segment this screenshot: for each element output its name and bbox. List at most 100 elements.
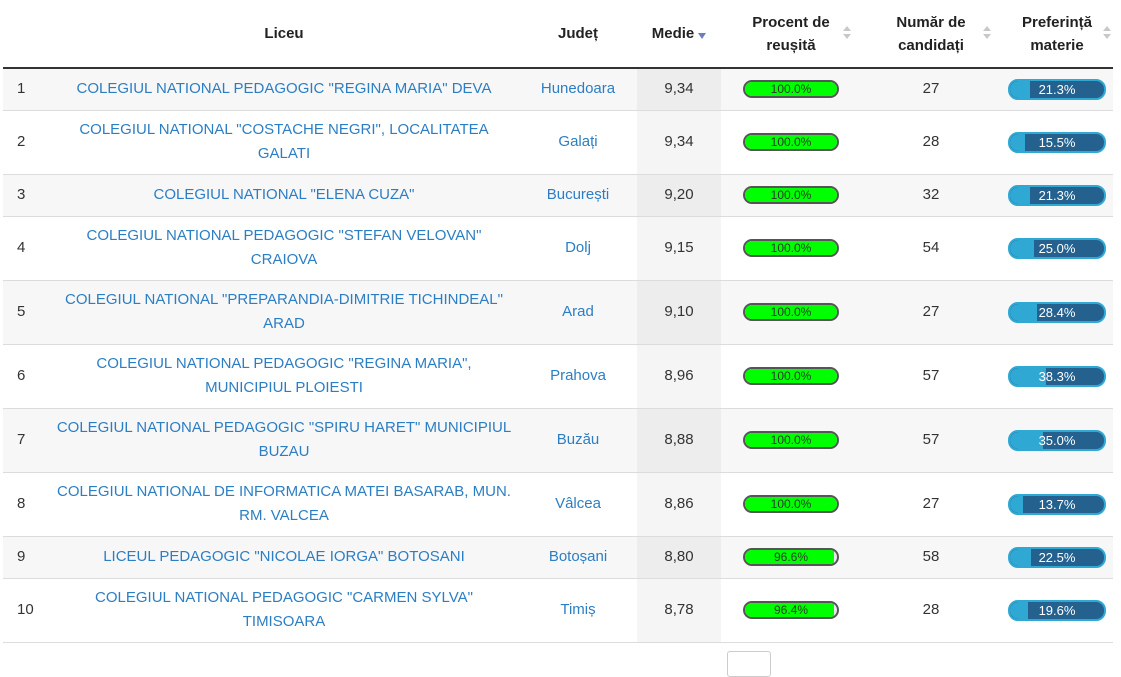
rank-cell: 1 [3,68,49,111]
judet-cell: Botoșani [519,536,637,579]
procent-cell: 96.4% [721,578,861,643]
success-progress-bar: 96.4% [743,601,839,620]
rank-cell: 10 [3,578,49,643]
procent-cell: 100.0% [721,472,861,537]
county-link[interactable]: Timiș [560,601,595,618]
liceu-cell: COLEGIUL NATIONAL PEDAGOGIC "SPIRU HARET… [49,408,519,473]
success-progress-bar: 100.0% [743,367,839,386]
column-header-medie-label: Medie [651,25,695,42]
column-header-liceu[interactable]: Liceu [49,0,519,69]
candidati-cell: 27 [861,68,1001,111]
column-header-procent[interactable]: Procent de reușită [721,0,861,69]
school-link[interactable]: LICEUL PEDAGOGIC "NICOLAE IORGA" BOTOSAN… [103,548,465,565]
column-header-liceu-label: Liceu [264,25,304,42]
school-link[interactable]: COLEGIUL NATIONAL PEDAGOGIC "REGINA MARI… [96,355,471,396]
judet-cell: Hunedoara [519,68,637,111]
success-progress-bar: 100.0% [743,431,839,450]
success-progress-label: 96.6% [773,550,809,565]
liceu-cell: COLEGIUL NATIONAL "PREPARANDIA-DIMITRIE … [49,280,519,345]
rank-cell: 4 [3,216,49,281]
preference-progress-bar: 13.7% [1008,493,1106,515]
column-header-preferinta[interactable]: Preferință materie [1001,0,1113,69]
table-row: 6 COLEGIUL NATIONAL PEDAGOGIC "REGINA MA… [3,344,1113,409]
preferinta-cell: 22.5% [1001,536,1113,579]
column-header-candidati[interactable]: Număr de candidați [861,0,1001,69]
column-header-candidati-label-1: Număr de [896,13,966,31]
table-header: Liceu Județ Medie Procent de reușită Num… [3,0,1113,69]
success-progress-label: 100.0% [770,241,812,256]
county-link[interactable]: Galați [558,133,597,150]
preference-progress-bar: 25.0% [1008,237,1106,259]
success-progress-bar: 96.6% [743,548,839,567]
column-header-medie[interactable]: Medie [637,0,721,69]
county-link[interactable]: București [547,186,610,203]
liceu-cell: LICEUL PEDAGOGIC "NICOLAE IORGA" BOTOSAN… [49,536,519,579]
table-row: 9 LICEUL PEDAGOGIC "NICOLAE IORGA" BOTOS… [3,536,1113,579]
preferinta-cell: 25.0% [1001,216,1113,281]
rank-cell: 8 [3,472,49,537]
table-row: 10 COLEGIUL NATIONAL PEDAGOGIC "CARMEN S… [3,578,1113,643]
medie-cell: 9,10 [637,280,721,345]
rank-cell: 3 [3,174,49,217]
school-link[interactable]: COLEGIUL NATIONAL PEDAGOGIC "REGINA MARI… [77,80,492,97]
column-header-rank [3,0,49,69]
county-link[interactable]: Prahova [550,367,606,384]
medie-cell: 9,34 [637,110,721,175]
county-link[interactable]: Dolj [565,239,591,256]
medie-cell: 8,88 [637,408,721,473]
preference-progress-label: 25.0% [1038,240,1076,256]
school-link[interactable]: COLEGIUL NATIONAL "PREPARANDIA-DIMITRIE … [65,291,503,332]
liceu-cell: COLEGIUL NATIONAL PEDAGOGIC "CARMEN SYLV… [49,578,519,643]
pagination-button[interactable] [727,651,771,677]
liceu-cell: COLEGIUL NATIONAL "ELENA CUZA" [49,174,519,217]
procent-cell: 100.0% [721,68,861,111]
sort-arrows-icon [983,26,991,40]
preference-progress-bar: 22.5% [1008,546,1106,568]
success-progress-bar: 100.0% [743,186,839,205]
school-link[interactable]: COLEGIUL NATIONAL "ELENA CUZA" [154,186,415,203]
preferinta-cell: 21.3% [1001,174,1113,217]
table-row: 4 COLEGIUL NATIONAL PEDAGOGIC "STEFAN VE… [3,216,1113,281]
procent-cell: 100.0% [721,110,861,175]
column-header-judet[interactable]: Județ [519,0,637,69]
success-progress-bar: 100.0% [743,133,839,152]
success-progress-label: 100.0% [770,433,812,448]
school-link[interactable]: COLEGIUL NATIONAL DE INFORMATICA MATEI B… [57,483,511,524]
sort-arrows-icon [1103,26,1111,40]
liceu-cell: COLEGIUL NATIONAL PEDAGOGIC "REGINA MARI… [49,68,519,111]
preferinta-cell: 28.4% [1001,280,1113,345]
county-link[interactable]: Botoșani [549,548,607,565]
preference-progress-bar: 35.0% [1008,429,1106,451]
success-progress-label: 100.0% [770,305,812,320]
procent-cell: 100.0% [721,174,861,217]
county-link[interactable]: Hunedoara [541,80,615,97]
table-row: 3 COLEGIUL NATIONAL "ELENA CUZA" Bucureș… [3,174,1113,217]
county-link[interactable]: Arad [562,303,594,320]
preferinta-cell: 38.3% [1001,344,1113,409]
preference-progress-label: 28.4% [1038,304,1076,320]
procent-cell: 100.0% [721,280,861,345]
liceu-cell: COLEGIUL NATIONAL "COSTACHE NEGRI", LOCA… [49,110,519,175]
preference-progress-label: 21.3% [1038,187,1076,203]
medie-cell: 8,80 [637,536,721,579]
procent-cell: 100.0% [721,408,861,473]
school-link[interactable]: COLEGIUL NATIONAL PEDAGOGIC "STEFAN VELO… [87,227,482,268]
candidati-cell: 54 [861,216,1001,281]
candidati-cell: 58 [861,536,1001,579]
candidati-cell: 27 [861,472,1001,537]
success-progress-label: 100.0% [770,369,812,384]
sort-descending-icon [698,33,707,39]
liceu-cell: COLEGIUL NATIONAL DE INFORMATICA MATEI B… [49,472,519,537]
judet-cell: Arad [519,280,637,345]
preference-progress-label: 15.5% [1038,134,1076,150]
rank-cell: 2 [3,110,49,175]
success-progress-bar: 100.0% [743,80,839,99]
county-link[interactable]: Vâlcea [555,495,601,512]
county-link[interactable]: Buzău [557,431,600,448]
preference-progress-label: 22.5% [1038,549,1076,565]
school-link[interactable]: COLEGIUL NATIONAL PEDAGOGIC "CARMEN SYLV… [95,589,473,630]
table-row: 1 COLEGIUL NATIONAL PEDAGOGIC "REGINA MA… [3,68,1113,111]
school-link[interactable]: COLEGIUL NATIONAL PEDAGOGIC "SPIRU HARET… [57,419,511,460]
school-link[interactable]: COLEGIUL NATIONAL "COSTACHE NEGRI", LOCA… [79,121,488,162]
preference-progress-label: 19.6% [1038,602,1076,618]
